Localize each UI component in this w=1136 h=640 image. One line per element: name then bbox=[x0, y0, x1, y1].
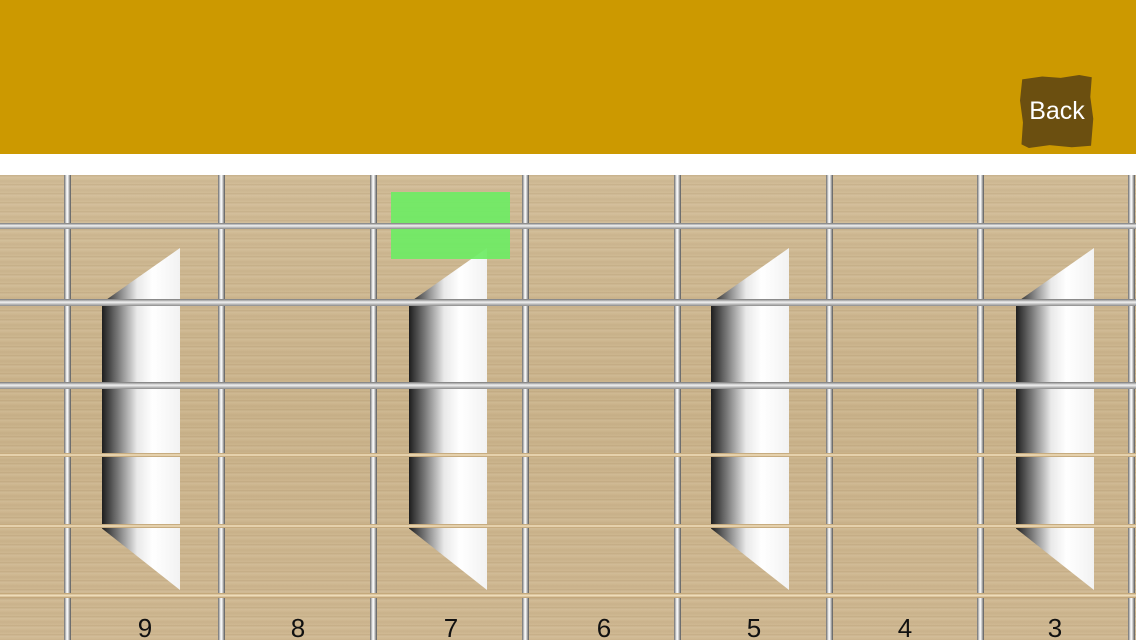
fret-wire bbox=[370, 175, 377, 640]
top-bar: Back bbox=[0, 0, 1136, 154]
fret-wire bbox=[64, 175, 71, 640]
guitar-string-1[interactable] bbox=[0, 223, 1136, 229]
fret-number: 3 bbox=[1047, 613, 1063, 640]
guitar-string-2[interactable] bbox=[0, 299, 1136, 306]
fret-wire bbox=[1128, 175, 1135, 640]
fret-number: 8 bbox=[290, 613, 306, 640]
guitar-string-4[interactable] bbox=[0, 453, 1136, 457]
guitar-string-3[interactable] bbox=[0, 382, 1136, 389]
divider bbox=[0, 154, 1136, 175]
fret-wire bbox=[826, 175, 833, 640]
back-button[interactable]: Back bbox=[1020, 75, 1094, 148]
fret-number: 5 bbox=[746, 613, 762, 640]
guitar-string-5[interactable] bbox=[0, 524, 1136, 528]
fret-wire bbox=[674, 175, 681, 640]
fret-wire bbox=[218, 175, 225, 640]
fret-wire bbox=[977, 175, 984, 640]
fret-number: 6 bbox=[596, 613, 612, 640]
fret-number: 4 bbox=[897, 613, 913, 640]
guitar-string-6[interactable] bbox=[0, 593, 1136, 598]
fret-number: 9 bbox=[137, 613, 153, 640]
fret-number: 7 bbox=[443, 613, 459, 640]
fretboard[interactable]: 9 8 7 6 5 4 3 bbox=[0, 175, 1136, 640]
fret-wire bbox=[522, 175, 529, 640]
